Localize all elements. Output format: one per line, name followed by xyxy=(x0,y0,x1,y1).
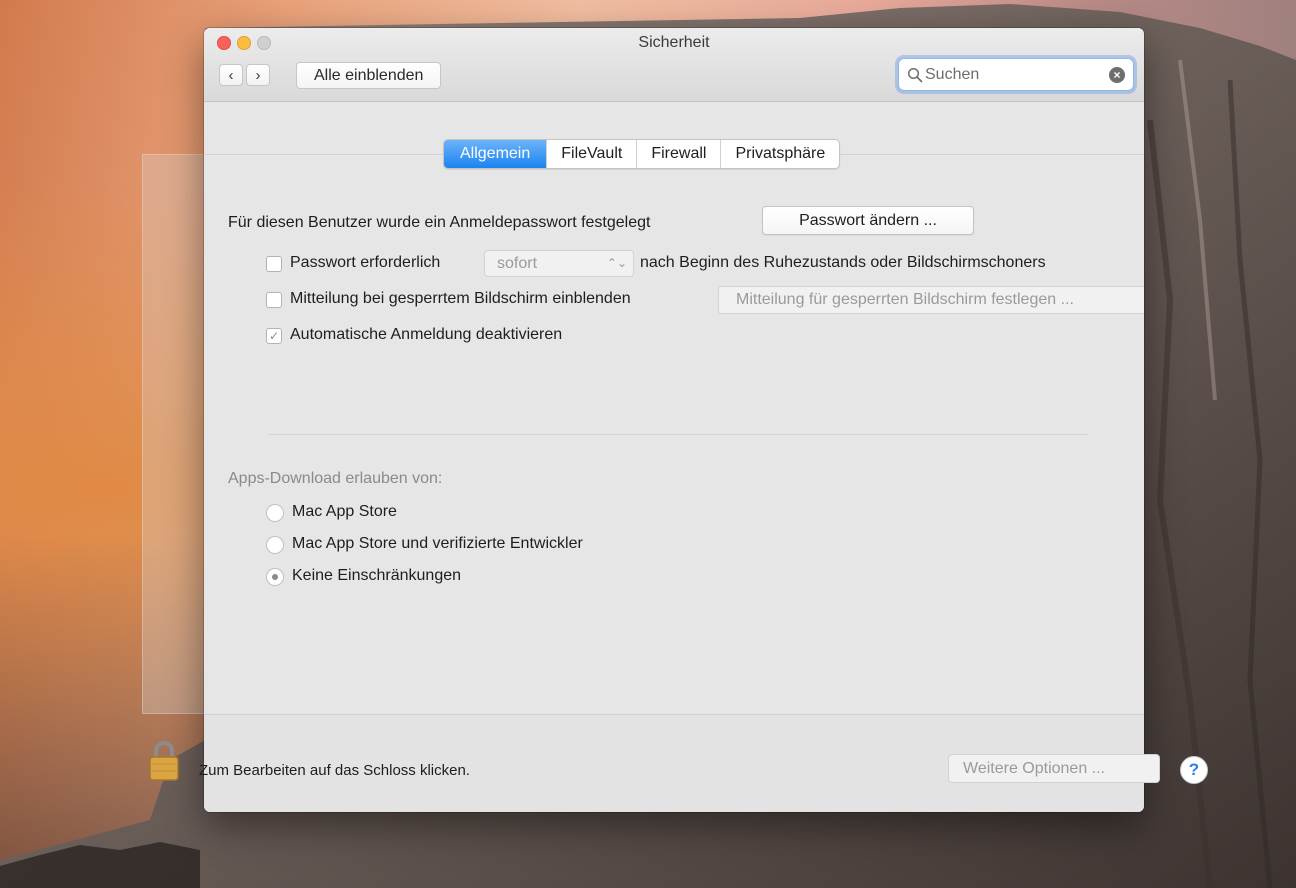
section-divider xyxy=(268,434,1088,435)
padlock-icon[interactable] xyxy=(148,740,180,782)
radio-anywhere[interactable] xyxy=(266,568,284,586)
radio-selected-dot xyxy=(272,574,278,580)
lock-message-checkbox[interactable] xyxy=(266,292,282,308)
tab-privatsphaere[interactable]: Privatsphäre xyxy=(720,140,839,168)
popup-arrows-icon: ⌃⌄ xyxy=(606,256,627,270)
back-button[interactable]: ‹ xyxy=(219,64,243,86)
lock-hint-text: Zum Bearbeiten auf das Schloss klicken. xyxy=(199,762,470,779)
change-password-button[interactable]: Passwort ändern ... xyxy=(762,206,974,235)
require-password-checkbox[interactable] xyxy=(266,256,282,272)
search-input[interactable] xyxy=(925,64,1095,86)
tab-allgemein[interactable]: Allgemein xyxy=(444,140,547,168)
search-field[interactable]: × xyxy=(898,58,1134,91)
chevron-right-icon: › xyxy=(255,66,261,84)
window-title: Sicherheit xyxy=(638,34,710,51)
checkmark-icon: ✓ xyxy=(268,329,280,343)
radio-label-identified-developers: Mac App Store und verifizierte Entwickle… xyxy=(292,535,583,552)
forward-button[interactable]: › xyxy=(246,64,270,86)
tab-bar: Allgemein FileVault Firewall Privatsphär… xyxy=(443,139,841,169)
radio-label-mac-app-store: Mac App Store xyxy=(292,503,397,520)
radio-label-anywhere: Keine Einschränkungen xyxy=(292,567,462,584)
set-lock-message-button[interactable]: Mitteilung für gesperrten Bildschirm fes… xyxy=(718,286,1144,314)
downloads-section-label: Apps-Download erlauben von: xyxy=(228,470,443,487)
help-icon[interactable]: ? xyxy=(1180,756,1208,784)
more-options-button[interactable]: Weitere Optionen ... xyxy=(948,754,1160,783)
search-icon xyxy=(907,67,923,83)
require-password-label: Passwort erforderlich xyxy=(290,254,441,271)
show-all-button[interactable]: Alle einblenden xyxy=(296,62,442,89)
preferences-window: Sicherheit ‹ › Alle einblenden × Allgeme… xyxy=(204,28,1144,812)
disable-autologin-label: Automatische Anmeldung deaktivieren xyxy=(290,326,563,343)
chevron-left-icon: ‹ xyxy=(228,66,234,84)
disable-autologin-checkbox[interactable]: ✓ xyxy=(266,328,282,344)
tab-firewall[interactable]: Firewall xyxy=(636,140,720,168)
clear-search-icon[interactable]: × xyxy=(1109,67,1125,83)
require-password-suffix: nach Beginn des Ruhezustands oder Bildsc… xyxy=(640,254,1046,271)
select-value: sofort xyxy=(497,255,538,272)
radio-mac-app-store[interactable] xyxy=(266,504,284,522)
tab-filevault[interactable]: FileVault xyxy=(546,140,636,168)
lock-message-label: Mitteilung bei gesperrtem Bildschirm ein… xyxy=(290,290,631,307)
password-status-text: Für diesen Benutzer wurde ein Anmeldepas… xyxy=(228,214,651,231)
radio-identified-developers[interactable] xyxy=(266,536,284,554)
require-password-delay-select[interactable]: sofort ⌃⌄ xyxy=(484,250,634,277)
window-titlebar: Sicherheit ‹ › Alle einblenden × xyxy=(204,28,1144,102)
